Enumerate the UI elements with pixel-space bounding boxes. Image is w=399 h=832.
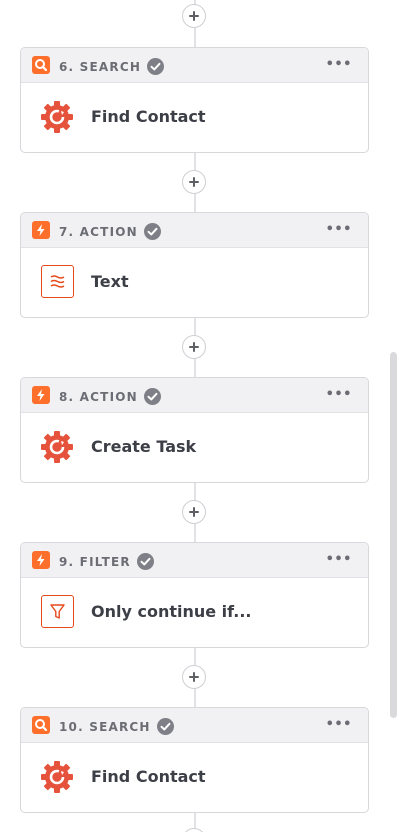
more-options-icon[interactable]: ••• [326,223,352,236]
step-header: 9. FILTER ••• [21,543,368,578]
add-step-button[interactable] [182,500,206,524]
step-body[interactable]: Create Task [21,412,368,482]
check-icon [143,388,161,405]
step-body[interactable]: Only continue if... [21,577,368,647]
gear-refresh-icon [41,101,73,133]
check-icon [143,223,161,240]
step-label: 10. SEARCH [59,718,174,735]
step-header: 10. SEARCH ••• [21,708,368,743]
step-card-7[interactable]: 7. ACTION ••• Text [20,212,369,318]
step-body[interactable]: Find Contact [21,82,368,152]
check-icon [156,718,174,735]
more-options-icon[interactable]: ••• [326,718,352,731]
step-label: 9. FILTER [59,553,154,570]
lightning-icon [32,221,50,239]
vertical-scrollbar[interactable] [390,352,397,718]
step-card-9[interactable]: 9. FILTER ••• Only continue if... [20,542,369,648]
more-options-icon[interactable]: ••• [326,388,352,401]
gear-refresh-icon [41,431,73,463]
text-formatter-icon [41,265,74,298]
search-icon [32,56,50,74]
step-title: Create Task [91,437,197,456]
add-step-button[interactable] [182,665,206,689]
step-title: Text [91,272,129,291]
step-card-8[interactable]: 8. ACTION ••• Create Task [20,377,369,483]
add-step-button[interactable] [182,828,206,832]
step-title: Find Contact [91,767,206,786]
more-options-icon[interactable]: ••• [326,58,352,71]
step-header: 7. ACTION ••• [21,213,368,248]
more-options-icon[interactable]: ••• [326,553,352,566]
step-label: 8. ACTION [59,388,161,405]
step-body[interactable]: Find Contact [21,742,368,812]
lightning-icon [32,386,50,404]
step-title: Find Contact [91,107,206,126]
step-card-6[interactable]: 6. SEARCH ••• Find Contact [20,47,369,153]
add-step-button[interactable] [182,335,206,359]
add-step-button[interactable] [182,170,206,194]
check-icon [147,58,165,75]
search-icon [32,716,50,734]
step-card-10[interactable]: 10. SEARCH ••• Find Contact [20,707,369,813]
step-header: 6. SEARCH ••• [21,48,368,83]
add-step-button[interactable] [182,4,206,28]
zap-editor-canvas: 6. SEARCH ••• Find Contact 7. ACTION •••… [0,0,399,832]
step-title: Only continue if... [91,602,252,621]
step-body[interactable]: Text [21,247,368,317]
step-header: 8. ACTION ••• [21,378,368,413]
check-icon [136,553,154,570]
filter-icon [41,595,74,628]
step-label: 7. ACTION [59,223,161,240]
gear-refresh-icon [41,761,73,793]
lightning-icon [32,551,50,569]
step-label: 6. SEARCH [59,58,165,75]
